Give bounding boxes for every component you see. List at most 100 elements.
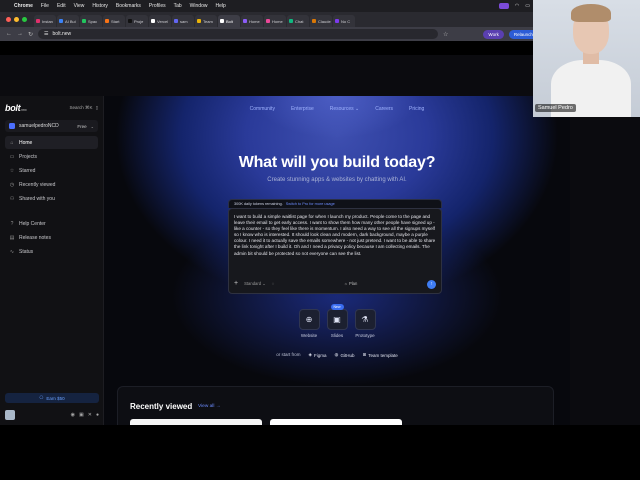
site-info-icon[interactable]: ☰ xyxy=(44,31,48,37)
sidebar-item-home[interactable]: ⌂ Home xyxy=(5,136,98,149)
close-window-icon[interactable] xyxy=(6,17,11,22)
recording-icon[interactable] xyxy=(498,3,509,9)
help-icon: ? xyxy=(10,220,14,227)
menu-profiles[interactable]: Profiles xyxy=(149,3,166,9)
attach-plus-button[interactable]: + xyxy=(234,280,238,287)
profile-button[interactable]: Work xyxy=(483,29,504,39)
tab-8-active[interactable]: Bolt xyxy=(218,15,240,27)
chat-icon[interactable]: ◌ xyxy=(272,281,275,287)
tab-7[interactable]: Team xyxy=(195,15,217,27)
sidebar-item-release-notes[interactable]: ▤ Release notes xyxy=(5,231,98,244)
x-icon[interactable]: ✕ xyxy=(88,412,92,418)
nav-enterprise[interactable]: Enterprise xyxy=(291,106,314,112)
sidebar-item-recently-viewed[interactable]: ◷ Recently viewed xyxy=(5,178,98,191)
forward-icon[interactable]: → xyxy=(17,31,23,37)
tab-favicon-icon xyxy=(174,19,178,23)
card-slides[interactable]: New ▣ Slides xyxy=(326,304,348,338)
url-field[interactable]: ☰ bolt.new xyxy=(38,29,439,39)
start-figma[interactable]: ◈ Figma xyxy=(309,352,327,358)
tab-10[interactable]: Home xyxy=(264,15,286,27)
back-icon[interactable]: ← xyxy=(6,31,12,37)
start-team-template[interactable]: ⊞ Team template xyxy=(362,352,397,358)
start-from-label: or start from xyxy=(276,352,301,357)
menu-window[interactable]: Window xyxy=(190,3,208,9)
linkedin-icon[interactable]: ▣ xyxy=(79,412,84,418)
sidebar-item-starred[interactable]: ☆ Starred xyxy=(5,164,98,177)
earn-button[interactable]: ⎔ Earn $50 xyxy=(5,393,99,403)
account-switcher[interactable]: samuelpedroNCD Free ⌄ xyxy=(5,120,98,132)
menu-bookmarks[interactable]: Bookmarks xyxy=(116,3,141,9)
github-icon: ◍ xyxy=(334,352,339,357)
tab-12[interactable]: Claude xyxy=(310,15,332,27)
menu-file[interactable]: File xyxy=(41,3,49,9)
model-select[interactable]: Standard ⌄ xyxy=(244,281,266,287)
new-badge: New xyxy=(330,304,344,310)
nav-resources[interactable]: Resources ⌄ xyxy=(330,106,359,112)
battery-icon[interactable]: ▭ xyxy=(525,3,530,9)
tab-favicon-icon xyxy=(289,19,293,23)
plan-button[interactable]: ☼ Plan xyxy=(344,281,357,287)
reload-icon[interactable]: ↻ xyxy=(28,31,33,38)
sidebar-footer: ◉ ▣ ✕ ● xyxy=(5,410,99,420)
tab-favicon-icon xyxy=(36,19,40,23)
tab-favicon-icon xyxy=(128,19,132,23)
discord-icon[interactable]: ◉ xyxy=(71,412,75,418)
recently-viewed-section: Recently viewed View all → xyxy=(117,386,554,425)
minimize-window-icon[interactable] xyxy=(14,17,19,22)
sidebar-toggle-icon[interactable]: ▯ xyxy=(96,105,98,111)
recent-project-thumbnail[interactable] xyxy=(270,419,402,425)
tab-9[interactable]: Home xyxy=(241,15,263,27)
menu-view[interactable]: View xyxy=(74,3,85,9)
wifi-icon[interactable]: ◠ xyxy=(515,3,519,9)
top-nav: Community Enterprise Resources ⌄ Careers… xyxy=(104,106,570,112)
bookmark-star-icon[interactable]: ☆ xyxy=(443,31,448,38)
send-button[interactable]: ↑ xyxy=(427,280,436,289)
prompt-textarea[interactable]: I want to build a simple waitlist page f… xyxy=(228,208,442,294)
tab-6[interactable]: sam xyxy=(172,15,194,27)
menu-help[interactable]: Help xyxy=(215,3,225,9)
tab-favicon-icon xyxy=(82,19,86,23)
recent-project-thumbnail[interactable] xyxy=(130,419,262,425)
tab-4[interactable]: Proje xyxy=(126,15,148,27)
nav-pricing[interactable]: Pricing xyxy=(409,106,424,112)
nav-community[interactable]: Community xyxy=(250,106,275,112)
menu-tab[interactable]: Tab xyxy=(174,3,182,9)
prompt-composer: 300K daily tokens remaining. Switch to P… xyxy=(228,199,442,294)
template-icon: ⊞ xyxy=(362,352,367,357)
token-banner: 300K daily tokens remaining. Switch to P… xyxy=(228,199,442,208)
zoom-window-icon[interactable] xyxy=(22,17,27,22)
view-all-link[interactable]: View all → xyxy=(198,404,221,409)
sidebar-item-projects[interactable]: ▭ Projects xyxy=(5,150,98,163)
webcam-name: Samuel Pedro xyxy=(535,104,576,112)
user-avatar[interactable] xyxy=(5,410,15,420)
card-website[interactable]: ⊕ Website xyxy=(298,309,320,338)
sidebar-item-shared[interactable]: ⚇ Shared with you xyxy=(5,192,98,205)
tab-5[interactable]: Vercel xyxy=(149,15,171,27)
start-github[interactable]: ◍ GitHub xyxy=(335,352,355,358)
flask-icon: ⚗ xyxy=(354,309,376,330)
menu-app-name[interactable]: Chrome xyxy=(14,3,33,9)
sidebar-item-help-center[interactable]: ? Help Center xyxy=(5,217,98,230)
tab-13[interactable]: No C xyxy=(333,15,355,27)
tab-2[interactable]: Spac xyxy=(80,15,102,27)
nav-careers[interactable]: Careers xyxy=(375,106,393,112)
upgrade-link[interactable]: Switch to Pro for more usage xyxy=(286,202,335,206)
sidebar-item-status[interactable]: ∿ Status xyxy=(5,245,98,258)
tab-favicon-icon xyxy=(335,19,339,23)
card-prototype[interactable]: ⚗ Prototype xyxy=(354,309,376,338)
tab-1[interactable]: AI Bui xyxy=(57,15,79,27)
slides-icon: ▣ xyxy=(326,309,348,330)
menu-edit[interactable]: Edit xyxy=(57,3,66,9)
tab-0[interactable]: Instan xyxy=(34,15,56,27)
reddit-icon[interactable]: ● xyxy=(96,412,99,418)
bolt-logo[interactable]: bolt.new xyxy=(5,103,27,113)
tab-11[interactable]: Chat xyxy=(287,15,309,27)
gift-icon: ⎔ xyxy=(39,395,44,400)
search-button[interactable]: Search ⌘K ▯ xyxy=(70,105,99,111)
tab-favicon-icon xyxy=(266,19,270,23)
hero-subtitle: Create stunning apps & websites by chatt… xyxy=(267,177,407,183)
menu-history[interactable]: History xyxy=(92,3,108,9)
folder-icon: ▭ xyxy=(9,153,15,160)
users-icon: ⚇ xyxy=(9,195,15,202)
tab-3[interactable]: Start xyxy=(103,15,125,27)
